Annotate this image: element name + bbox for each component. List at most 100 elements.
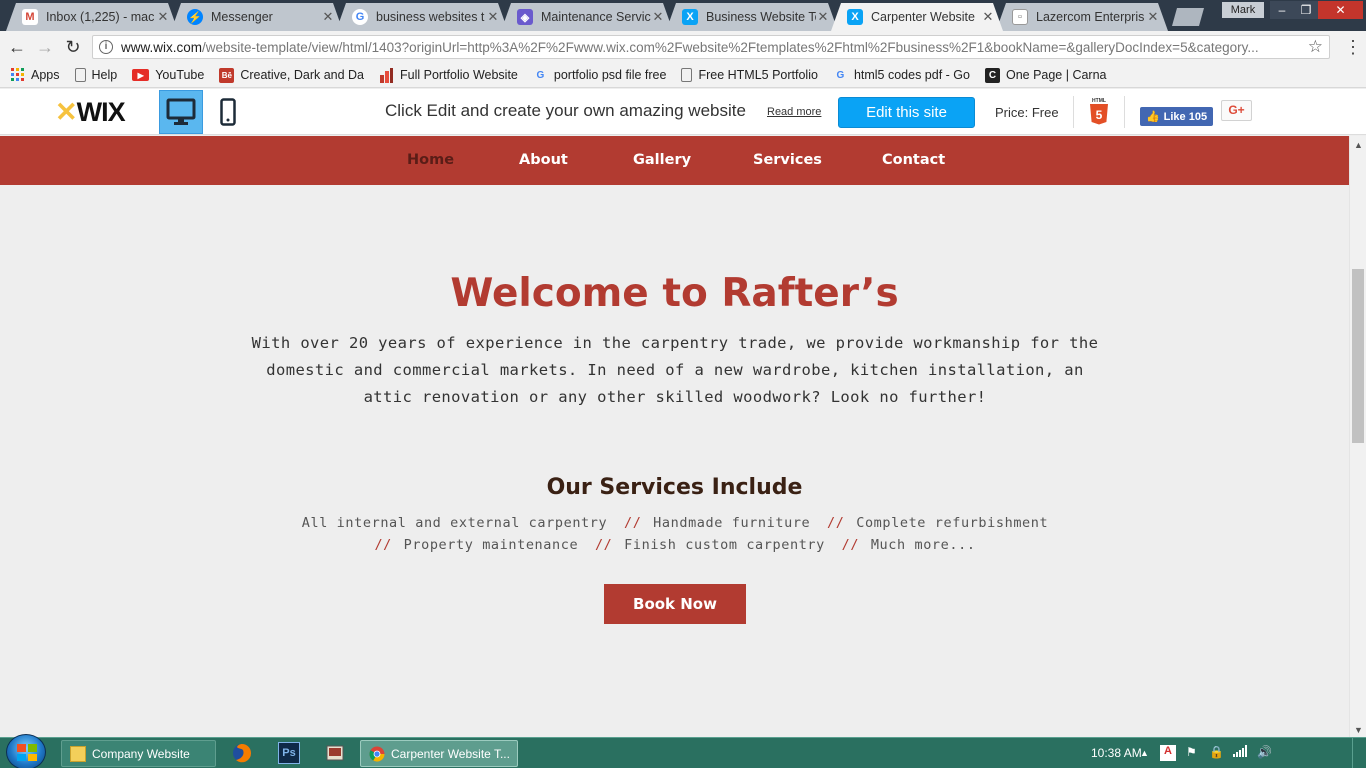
maximize-button[interactable]: ❐ bbox=[1294, 1, 1318, 19]
start-button[interactable] bbox=[6, 734, 46, 768]
show-desktop-button[interactable] bbox=[1352, 738, 1366, 768]
browser-menu-icon[interactable]: ⋮ bbox=[1344, 37, 1362, 57]
profile-button[interactable]: Mark bbox=[1222, 2, 1264, 18]
book-now-button[interactable]: Book Now bbox=[604, 584, 746, 624]
bookmark-youtube[interactable]: ▶ YouTube bbox=[132, 68, 204, 82]
bookmark-creative[interactable]: Bē Creative, Dark and Da bbox=[219, 67, 364, 83]
network-signal-icon[interactable] bbox=[1233, 745, 1247, 760]
bookmark-label: Help bbox=[91, 68, 118, 82]
nav-gallery[interactable]: Gallery bbox=[633, 152, 691, 168]
close-tab-icon[interactable]: ✕ bbox=[321, 9, 335, 25]
separator: // bbox=[623, 515, 642, 531]
tab-title: Lazercom Enterpris bbox=[1036, 10, 1145, 24]
taskbar-item-chrome[interactable]: Carpenter Website T... bbox=[360, 740, 518, 767]
nav-home[interactable]: Home bbox=[407, 152, 454, 168]
apps-grid-icon bbox=[10, 68, 25, 83]
tab-title: Messenger bbox=[211, 10, 273, 24]
mobile-view-button[interactable] bbox=[213, 90, 243, 134]
service-item: Property maintenance bbox=[403, 537, 579, 553]
close-tab-icon[interactable]: ✕ bbox=[816, 9, 830, 25]
taskbar-item-company-website[interactable]: Company Website bbox=[61, 740, 216, 767]
minimize-button[interactable]: – bbox=[1270, 1, 1294, 19]
google-plus-button[interactable]: G+ bbox=[1221, 100, 1252, 121]
close-window-button[interactable]: ✕ bbox=[1318, 1, 1363, 19]
avira-icon[interactable]: A bbox=[1160, 745, 1176, 761]
bookmark-apps[interactable]: Apps bbox=[10, 68, 60, 83]
back-arrow-icon[interactable]: ← bbox=[6, 36, 28, 58]
tab-business-websites[interactable]: G business websites t ✕ bbox=[336, 3, 508, 31]
price-label: Price: Free bbox=[995, 105, 1059, 120]
bookmark-full-portfolio[interactable]: Full Portfolio Website bbox=[379, 67, 518, 83]
tab-messenger[interactable]: ⚡ Messenger ✕ bbox=[171, 3, 343, 31]
scroll-up-icon[interactable]: ▲ bbox=[1354, 140, 1363, 150]
page-title: Welcome to Rafter’s bbox=[450, 271, 899, 316]
tab-lazercom[interactable]: ▫ Lazercom Enterpris ✕ bbox=[996, 3, 1168, 31]
wix-logo[interactable]: ✕WIX bbox=[55, 97, 126, 128]
scroll-down-icon[interactable]: ▼ bbox=[1354, 725, 1363, 735]
tab-business-website-template[interactable]: X Business Website Te ✕ bbox=[666, 3, 838, 31]
bookmark-one-page[interactable]: C One Page | Carna bbox=[984, 67, 1107, 83]
chrome-icon bbox=[369, 746, 385, 762]
action-center-flag-icon[interactable]: ⚑ bbox=[1186, 745, 1197, 759]
folder-icon bbox=[70, 745, 86, 762]
wix-x-mark-icon: ✕ bbox=[55, 97, 78, 127]
service-item: Handmade furniture bbox=[653, 515, 811, 531]
address-bar[interactable]: i www.wix.com/website-template/view/html… bbox=[92, 35, 1330, 59]
media-player-icon[interactable] bbox=[324, 742, 346, 764]
facebook-like-button[interactable]: 👍 Like 105 bbox=[1140, 107, 1213, 126]
services-list: All internal and external carpentry // H… bbox=[290, 512, 1060, 556]
messenger-icon: ⚡ bbox=[187, 9, 203, 25]
volume-icon[interactable]: 🔊 bbox=[1257, 745, 1272, 759]
divider bbox=[1124, 96, 1125, 128]
tab-maintenance[interactable]: ◈ Maintenance Servic ✕ bbox=[501, 3, 673, 31]
bookmark-label: Free HTML5 Portfolio bbox=[698, 68, 818, 82]
behance-icon: Bē bbox=[219, 67, 235, 83]
desktop-view-button[interactable] bbox=[159, 90, 203, 134]
firefox-icon[interactable] bbox=[231, 742, 253, 764]
bookmark-free-html5[interactable]: Free HTML5 Portfolio bbox=[681, 68, 818, 82]
separator: // bbox=[827, 515, 845, 531]
bookmark-html5-codes[interactable]: G html5 codes pdf - Go bbox=[833, 68, 970, 83]
info-icon[interactable]: i bbox=[99, 40, 113, 54]
close-tab-icon[interactable]: ✕ bbox=[156, 9, 170, 25]
browser-tab-strip: M Inbox (1,225) - mac ✕ ⚡ Messenger ✕ G … bbox=[0, 0, 1366, 31]
tab-inbox[interactable]: M Inbox (1,225) - mac ✕ bbox=[6, 3, 178, 31]
bookmark-label: Apps bbox=[31, 68, 60, 82]
security-icon[interactable]: 🔒 bbox=[1209, 745, 1224, 759]
google-icon: G bbox=[536, 69, 545, 81]
windows-taskbar: Company Website Ps Carpenter Website T..… bbox=[0, 734, 1366, 768]
thumbs-up-icon: 👍 bbox=[1145, 111, 1160, 123]
system-clock[interactable]: 10:38 AM bbox=[1091, 746, 1142, 760]
new-tab-button[interactable] bbox=[1172, 8, 1204, 26]
close-tab-icon[interactable]: ✕ bbox=[1146, 9, 1160, 25]
nav-about[interactable]: About bbox=[519, 152, 568, 168]
html5-badge-icon: HTML 5 bbox=[1088, 97, 1110, 125]
url-path: /website-template/view/html/1403?originU… bbox=[202, 39, 1259, 55]
windows-logo-icon bbox=[17, 744, 37, 761]
separator: // bbox=[594, 537, 613, 553]
google-icon: G bbox=[836, 69, 845, 81]
close-tab-icon[interactable]: ✕ bbox=[486, 9, 500, 25]
edit-this-site-button[interactable]: Edit this site bbox=[838, 97, 975, 128]
bookmark-help[interactable]: Help bbox=[74, 68, 118, 82]
nav-contact[interactable]: Contact bbox=[882, 152, 945, 168]
like-count: Like 105 bbox=[1163, 110, 1208, 123]
nav-services[interactable]: Services bbox=[753, 152, 822, 168]
taskbar-label: Company Website bbox=[92, 746, 190, 761]
scrollbar-thumb[interactable] bbox=[1352, 269, 1364, 443]
close-tab-icon[interactable]: ✕ bbox=[981, 9, 995, 25]
bookmark-star-icon[interactable]: ☆ bbox=[1308, 37, 1323, 57]
close-tab-icon[interactable]: ✕ bbox=[651, 9, 665, 25]
bookmarks-bar: Apps Help ▶ YouTube Bē Creative, Dark an… bbox=[0, 63, 1366, 88]
wix-logo-text: WIX bbox=[76, 97, 126, 127]
divider bbox=[1073, 96, 1074, 128]
photoshop-icon[interactable]: Ps bbox=[278, 742, 300, 764]
forward-arrow-icon[interactable]: → bbox=[34, 36, 56, 58]
tab-carpenter-website[interactable]: X Carpenter Website ✕ bbox=[831, 3, 1003, 31]
bookmark-portfolio-psd[interactable]: G portfolio psd file free bbox=[533, 68, 667, 83]
wix-icon: X bbox=[847, 9, 863, 25]
tab-title: Inbox (1,225) - mac bbox=[46, 10, 155, 24]
reload-icon[interactable]: ↻ bbox=[62, 36, 84, 58]
page-scrollbar[interactable]: ▲ ▼ bbox=[1349, 136, 1366, 737]
read-more-link[interactable]: Read more bbox=[767, 106, 821, 118]
